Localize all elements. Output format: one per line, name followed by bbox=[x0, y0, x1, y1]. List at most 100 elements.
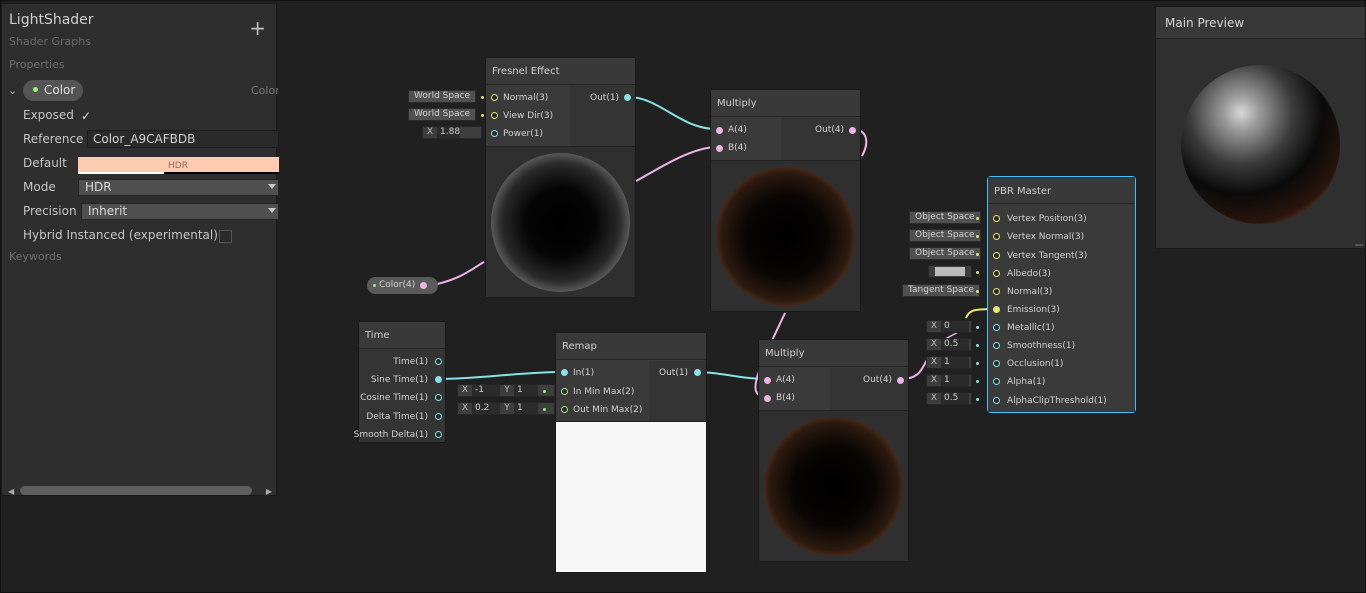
reference-field[interactable]: Color_A9CAFBDB bbox=[87, 130, 279, 148]
port-in[interactable] bbox=[561, 369, 568, 376]
port-vertex-tangent[interactable] bbox=[993, 252, 1000, 259]
axis-label: X bbox=[461, 403, 469, 413]
connector-dot bbox=[976, 290, 979, 293]
metallic-field[interactable]: X0 bbox=[926, 320, 972, 333]
smoothness-field[interactable]: X 0.5 bbox=[926, 338, 972, 351]
port-vertex-normal[interactable] bbox=[993, 233, 1000, 240]
node-multiply-1[interactable]: Multiply A(4) B(4) Out(4) bbox=[710, 89, 861, 312]
axis-label: X bbox=[930, 393, 938, 403]
port-power-in[interactable] bbox=[491, 130, 498, 137]
axis-label: Y bbox=[504, 403, 510, 413]
port-alpha[interactable] bbox=[993, 378, 1000, 385]
port-delta-out[interactable] bbox=[435, 413, 442, 420]
normal-space-tag[interactable]: Tangent Space bbox=[902, 284, 980, 297]
alpha-clip-field[interactable]: X 0.5 bbox=[926, 392, 972, 405]
node-remap[interactable]: Remap In(1) In Min Max(2) Out Min Max(2)… bbox=[555, 332, 707, 573]
hybrid-checkbox[interactable] bbox=[219, 230, 232, 243]
alpha-clip-value[interactable]: 0.5 bbox=[941, 393, 969, 404]
dropdown-arrow-icon bbox=[268, 184, 276, 189]
metallic-value[interactable]: 0 bbox=[941, 321, 969, 332]
power-field[interactable]: X 1.88 bbox=[422, 126, 482, 139]
out-max-value[interactable]: 1 bbox=[514, 403, 538, 414]
connector-dot bbox=[481, 96, 484, 99]
node-fresnel-effect[interactable]: Fresnel Effect Normal(3) View Dir(3) Pow… bbox=[485, 57, 636, 298]
precision-label: Precision bbox=[23, 204, 77, 218]
connector-dot bbox=[976, 253, 979, 256]
node-multiply-2[interactable]: Multiply A(4) B(4) Out(4) bbox=[758, 339, 909, 562]
in-min-value[interactable]: -1 bbox=[472, 385, 500, 396]
power-value[interactable]: 1.88 bbox=[437, 127, 461, 138]
port-albedo[interactable] bbox=[993, 270, 1000, 277]
precision-dropdown[interactable]: Inherit bbox=[81, 203, 279, 220]
vertex-normal-space-tag[interactable]: Object Space bbox=[909, 229, 981, 242]
axis-label: Y bbox=[504, 385, 510, 395]
axis-label: X bbox=[930, 375, 938, 385]
port-out[interactable] bbox=[849, 127, 856, 134]
in-min-max-field[interactable]: X -1 Y 1 bbox=[457, 384, 555, 397]
port-out[interactable] bbox=[624, 94, 631, 101]
smoothness-value[interactable]: 0.5 bbox=[941, 339, 969, 350]
port-label: Out(1) bbox=[659, 368, 689, 378]
port-cosine-out[interactable] bbox=[435, 394, 442, 401]
viewdir-space-tag[interactable]: World Space bbox=[408, 108, 477, 121]
vertex-position-space-tag[interactable]: Object Space bbox=[909, 211, 981, 224]
out-min-max-field[interactable]: X 0.2 Y 1 bbox=[457, 402, 555, 415]
port-sine-out[interactable] bbox=[435, 376, 442, 383]
color-property-node[interactable]: Color(4) bbox=[367, 277, 438, 294]
alpha-field[interactable]: X1 bbox=[926, 374, 972, 387]
scroll-left-icon[interactable]: ◀ bbox=[8, 487, 14, 496]
out-min-value[interactable]: 0.2 bbox=[472, 403, 500, 414]
node-time[interactable]: Time Time(1) Sine Time(1) Cosine Time(1)… bbox=[354, 321, 446, 443]
port-b-in[interactable] bbox=[716, 145, 723, 152]
port-normal[interactable] bbox=[993, 288, 1000, 295]
property-pill-color[interactable]: Color bbox=[23, 80, 84, 101]
port-b-in[interactable] bbox=[764, 395, 771, 402]
mode-dropdown[interactable]: HDR bbox=[78, 179, 279, 196]
occlusion-value[interactable]: 1 bbox=[941, 357, 969, 368]
port-smoothness[interactable] bbox=[993, 342, 1000, 349]
preview-sphere bbox=[764, 417, 903, 556]
node-preview bbox=[556, 421, 706, 572]
alpha-value[interactable]: 1 bbox=[941, 375, 969, 386]
connector-dot bbox=[976, 362, 979, 365]
exposed-checkbox[interactable]: ✓ bbox=[81, 109, 91, 123]
normal-space-tag[interactable]: World Space bbox=[408, 90, 477, 103]
horizontal-scrollbar[interactable]: ◀ ▶ bbox=[5, 485, 275, 497]
port-a-in[interactable] bbox=[716, 127, 723, 134]
scroll-right-icon[interactable]: ▶ bbox=[266, 487, 272, 496]
port-normal-in[interactable] bbox=[491, 94, 498, 101]
port-label: Metallic(1) bbox=[1007, 323, 1055, 333]
add-property-button[interactable]: + bbox=[249, 18, 266, 38]
port-emission[interactable] bbox=[993, 306, 1000, 313]
port-time-out[interactable] bbox=[435, 358, 442, 365]
port-metallic[interactable] bbox=[993, 324, 1000, 331]
scroll-thumb[interactable] bbox=[20, 486, 252, 495]
port-out[interactable] bbox=[694, 369, 701, 376]
port-label: Out(4) bbox=[863, 375, 893, 385]
port-color-out[interactable] bbox=[420, 282, 427, 289]
albedo-color-field[interactable] bbox=[928, 265, 972, 278]
port-in-min-max[interactable] bbox=[561, 388, 568, 395]
axis-label: X bbox=[461, 385, 469, 395]
port-occlusion[interactable] bbox=[993, 360, 1000, 367]
node-preview bbox=[711, 160, 860, 311]
occlusion-field[interactable]: X1 bbox=[926, 356, 972, 369]
port-out[interactable] bbox=[897, 377, 904, 384]
hybrid-label: Hybrid Instanced (experimental) bbox=[23, 228, 218, 242]
resize-grip-icon[interactable] bbox=[1355, 244, 1363, 246]
port-a-in[interactable] bbox=[764, 377, 771, 384]
vertex-tangent-space-tag[interactable]: Object Space bbox=[909, 247, 981, 260]
chevron-down-icon[interactable]: ⌄ bbox=[8, 84, 17, 97]
main-preview-panel[interactable]: Main Preview bbox=[1155, 6, 1366, 249]
port-out-min-max[interactable] bbox=[561, 406, 568, 413]
port-smoothdelta-out[interactable] bbox=[435, 431, 442, 438]
keywords-section-label: Keywords bbox=[9, 250, 62, 263]
in-max-value[interactable]: 1 bbox=[514, 385, 538, 396]
default-color-swatch[interactable]: HDR bbox=[78, 157, 279, 174]
port-viewdir-in[interactable] bbox=[491, 112, 498, 119]
port-vertex-position[interactable] bbox=[993, 215, 1000, 222]
connector-dot bbox=[976, 217, 979, 220]
node-title: Fresnel Effect bbox=[486, 58, 635, 85]
node-pbr-master[interactable]: PBR Master Vertex Position(3) Vertex Nor… bbox=[987, 176, 1136, 413]
port-alpha-clip[interactable] bbox=[993, 397, 1000, 404]
